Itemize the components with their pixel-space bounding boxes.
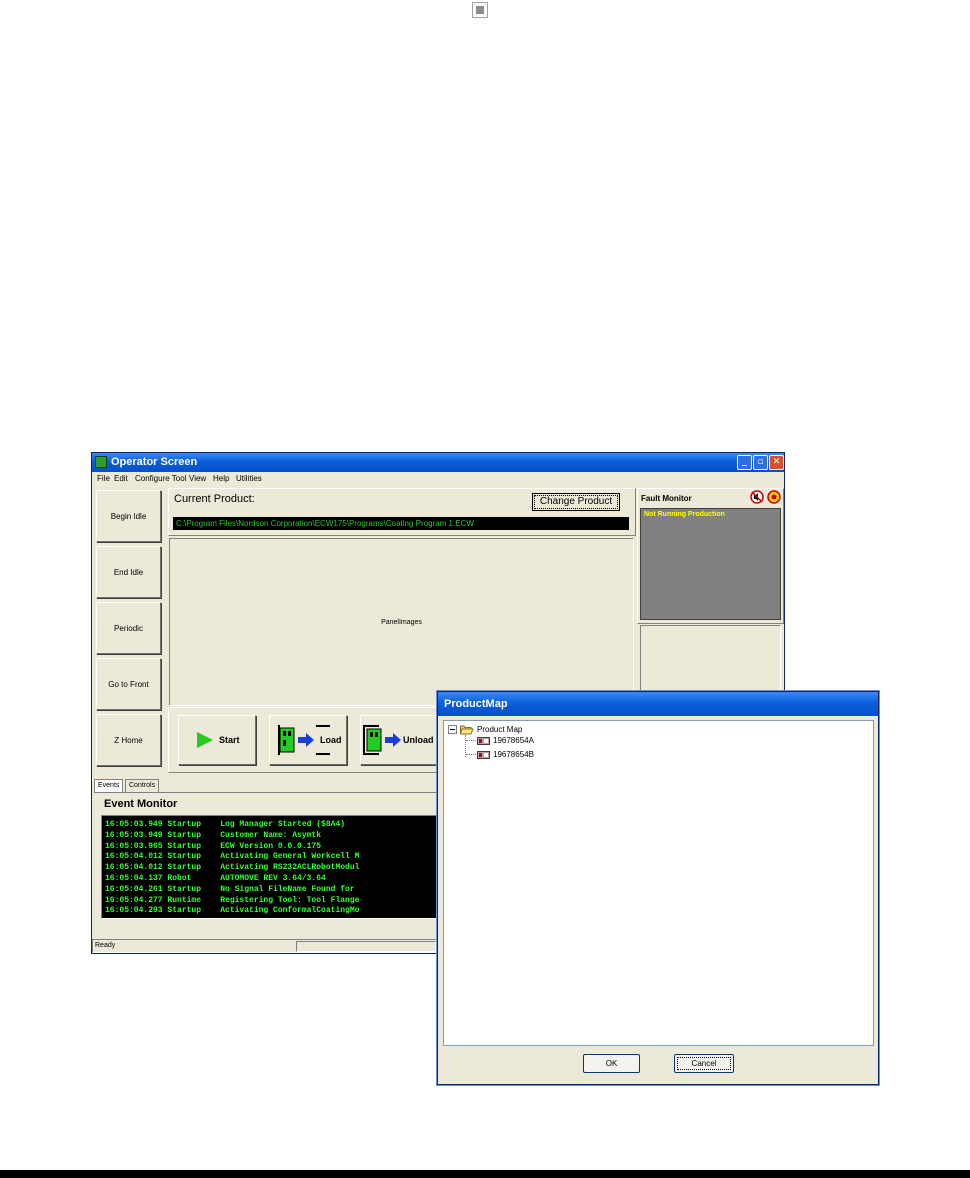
app-icon — [95, 456, 107, 468]
load-label: Load — [320, 735, 342, 745]
tree-root-label[interactable]: Product Map — [477, 725, 522, 734]
event-monitor-title: Event Monitor — [104, 798, 178, 810]
tab-events[interactable]: Events — [94, 779, 124, 793]
close-button[interactable]: ✕ — [769, 455, 784, 470]
start-label: Start — [219, 735, 240, 745]
z-home-button[interactable]: Z Home — [96, 714, 161, 766]
menu-edit[interactable]: Edit — [114, 474, 128, 483]
operator-titlebar[interactable]: Operator Screen _ ▫ ✕ — [92, 453, 784, 472]
end-idle-label: End Idle — [113, 567, 144, 577]
menu-view[interactable]: View — [189, 474, 206, 483]
collapse-icon[interactable] — [448, 725, 457, 734]
z-home-label: Z Home — [114, 735, 143, 745]
go-to-front-label: Go to Front — [108, 679, 149, 689]
periodic-button[interactable]: Periodic — [96, 602, 161, 654]
minimize-button[interactable]: _ — [737, 455, 752, 470]
change-product-button[interactable]: Change Product — [532, 493, 620, 511]
event-log-row: 16:05:04.012 Startup Activating General … — [105, 852, 360, 862]
event-log-row: 16:05:04.137 Robot AUTOMOVE REV 3.64/3.6… — [105, 873, 326, 883]
menu-file[interactable]: File — [97, 474, 110, 483]
product-item-icon — [477, 751, 490, 759]
unload-button[interactable]: Unload — [360, 715, 440, 765]
event-log-row: 16:05:04.293 Startup Activating Conforma… — [105, 906, 360, 916]
begin-idle-button[interactable]: Begin Idle — [96, 490, 161, 542]
tree-item-19678654b[interactable]: 19678654B — [493, 750, 534, 759]
event-log-row: 16:05:03.949 Startup Log Manager Started… — [105, 820, 346, 829]
periodic-label: Periodic — [114, 623, 143, 633]
end-idle-button[interactable]: End Idle — [96, 546, 161, 598]
start-button[interactable]: Start — [178, 715, 256, 765]
play-icon — [197, 732, 213, 748]
unload-icon — [363, 725, 401, 755]
event-log-row: 16:05:04.012 Startup Activating RS232ACL… — [105, 863, 360, 873]
mute-icon[interactable] — [750, 490, 764, 504]
product-map-titlebar[interactable]: ProductMap — [438, 692, 878, 716]
stop-icon[interactable] — [472, 2, 488, 18]
menubar: File Edit Configure Tool View Help Utili… — [92, 472, 784, 486]
panel-images-area: PanelImages — [169, 538, 634, 706]
event-log-row: 16:05:04.261 Startup No Signal FileName … — [105, 884, 355, 894]
product-item-icon — [477, 737, 490, 745]
current-product-label: Current Product: — [174, 493, 255, 505]
bottom-bar — [0, 1170, 970, 1178]
event-log-row: 16:05:03.965 Startup ECW Version 0.0.0.1… — [105, 841, 322, 851]
status-text: Ready — [95, 942, 116, 949]
ok-button[interactable]: OK — [583, 1054, 640, 1073]
go-to-front-button[interactable]: Go to Front — [96, 658, 161, 710]
tree-connector — [466, 754, 476, 755]
event-log[interactable]: 16:05:03.949 Startup Log Manager Started… — [101, 815, 441, 919]
tab-divider — [94, 792, 454, 793]
fault-lower-panel — [640, 625, 781, 695]
operator-window-title: Operator Screen — [111, 456, 198, 468]
tree-connector — [466, 740, 476, 741]
load-button[interactable]: Load — [269, 715, 347, 765]
tree-item-19678654a[interactable]: 19678654A — [493, 736, 534, 745]
menu-configure-tool[interactable]: Configure Tool — [135, 474, 186, 483]
status-pane — [296, 941, 436, 952]
event-log-lines: 16:05:03.949 Startup Log Manager Started… — [105, 820, 359, 917]
tab-controls[interactable]: Controls — [125, 779, 160, 793]
unload-label: Unload — [403, 735, 434, 745]
event-log-row: 16:05:03.949 Startup Customer Name: Asym… — [105, 830, 322, 840]
cancel-button[interactable]: Cancel — [674, 1054, 734, 1073]
event-log-row: 16:05:04.277 Runtime Registering Tool: T… — [105, 895, 360, 905]
product-path: C:\Program Files\Nordson Corporation\ECW… — [173, 517, 629, 530]
product-map-title: ProductMap — [444, 698, 508, 710]
menu-help[interactable]: Help — [213, 474, 229, 483]
folder-open-icon — [460, 725, 474, 735]
panel-images-label: PanelImages — [381, 619, 422, 626]
product-map-dialog: ProductMap Product Map 19678654A 1967865… — [437, 691, 879, 1085]
product-tree[interactable]: Product Map 19678654A 19678654B — [443, 720, 874, 1046]
maximize-button[interactable]: ▫ — [753, 455, 768, 470]
menu-utilities[interactable]: Utilities — [236, 474, 262, 483]
begin-idle-label: Begin Idle — [110, 511, 147, 521]
fault-status-text: Not Running Production — [644, 511, 725, 518]
fault-monitor-title: Fault Monitor — [641, 494, 692, 503]
alarm-icon[interactable] — [767, 490, 781, 504]
fault-status-area: Not Running Production — [640, 508, 781, 620]
